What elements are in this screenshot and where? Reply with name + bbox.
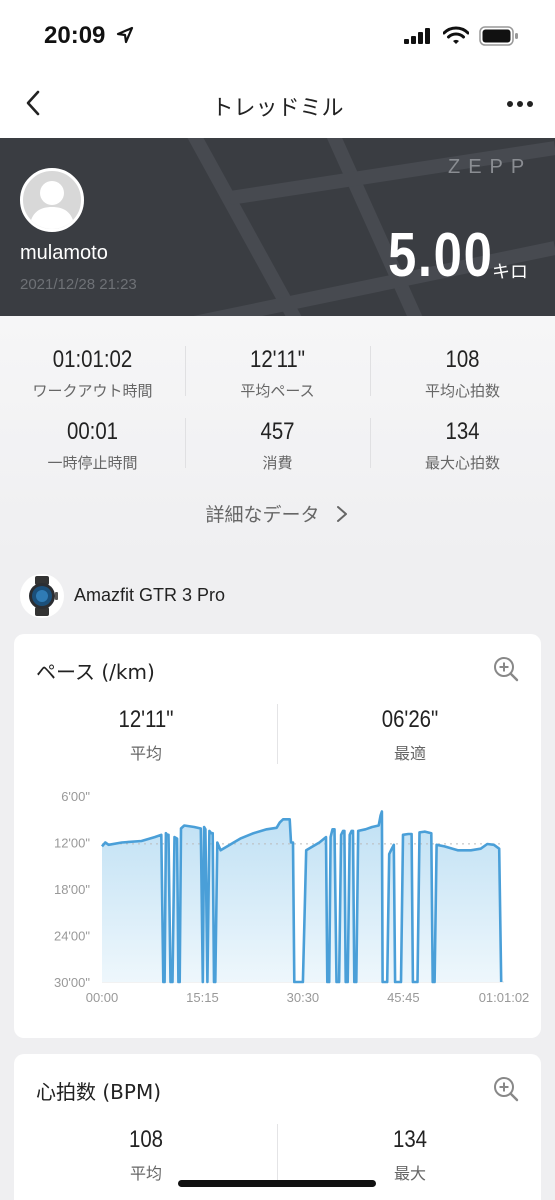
heart-rate-average: 108 平均 <box>14 1126 278 1184</box>
pace-average: 12'11" 平均 <box>14 706 278 764</box>
stat-pause-time: 00:01 一時停止時間 <box>0 418 185 473</box>
chevron-right-icon <box>336 506 347 522</box>
pace-avg-value: 12'11" <box>118 706 174 733</box>
workout-stats: 01:01:02 ワークアウト時間 12'11" 平均ペース 108 平均心拍数… <box>0 316 555 556</box>
x-tick-label: 30:30 <box>287 990 320 1005</box>
smartwatch-icon <box>29 576 58 616</box>
stat-workout-time: 01:01:02 ワークアウト時間 <box>0 346 185 401</box>
pace-chart: 6'00" 12'00" 18'00" 24'00" 30'00" 00:00 15:15… <box>54 789 530 1005</box>
y-tick-label: 18'00" <box>54 882 90 897</box>
stat-value: 01:01:02 <box>52 346 133 373</box>
stat-max-heart-rate: 134 最大心拍数 <box>370 418 555 473</box>
stat-value: 457 <box>260 418 295 445</box>
wifi-icon <box>443 26 469 44</box>
hr-max-value: 134 <box>392 1126 428 1153</box>
divider <box>185 418 186 468</box>
home-indicator <box>178 1180 376 1187</box>
detailed-data-label: 詳細なデータ <box>205 504 320 526</box>
divider <box>185 346 186 396</box>
zoom-in-icon[interactable] <box>493 656 519 682</box>
stat-value: 12'11" <box>249 346 306 373</box>
x-tick-label: 45:45 <box>387 990 420 1005</box>
x-tick-label: 00:00 <box>86 990 119 1005</box>
detailed-data-link[interactable]: 詳細なデータ <box>0 500 555 527</box>
stat-label: 平均ペース <box>240 382 315 400</box>
watch-thumbnail <box>20 574 64 618</box>
x-tick-label: 01:01:02 <box>479 990 530 1005</box>
x-tick-label: 15:15 <box>186 990 219 1005</box>
cellular-signal-icon <box>404 28 430 44</box>
stat-value: 134 <box>445 418 480 445</box>
stat-avg-pace: 12'11" 平均ペース <box>185 346 370 401</box>
status-bar: 20:09 <box>0 0 555 70</box>
stat-value: 108 <box>445 346 480 373</box>
stat-label: 消費 <box>262 454 293 472</box>
distance-unit: キロ <box>492 262 528 283</box>
y-tick-label: 30'00" <box>54 975 90 990</box>
pace-best: 06'26" 最適 <box>278 706 542 764</box>
heart-rate-card-title: 心拍数 (BPM) <box>36 1080 161 1104</box>
divider <box>370 346 371 396</box>
y-tick-label: 24'00" <box>54 929 90 944</box>
pace-best-label: 最適 <box>393 744 426 763</box>
avatar[interactable] <box>20 168 84 232</box>
stat-value: 00:01 <box>66 418 119 445</box>
stat-label: 平均心拍数 <box>424 382 500 400</box>
status-time: 20:09 <box>44 22 106 49</box>
y-tick-label: 12'00" <box>54 836 90 851</box>
pace-best-value: 06'26" <box>381 706 439 733</box>
more-options-icon[interactable] <box>503 94 537 114</box>
stat-label: 一時停止時間 <box>47 454 138 472</box>
distance-value: 5.00 <box>388 221 494 290</box>
stat-avg-heart-rate: 108 平均心拍数 <box>370 346 555 401</box>
divider <box>370 418 371 468</box>
hr-avg-value: 108 <box>128 1126 164 1153</box>
heart-rate-max: 134 最大 <box>278 1126 542 1184</box>
heart-rate-card: 心拍数 (BPM) 108 平均 134 最大 <box>14 1054 541 1200</box>
battery-icon <box>479 26 518 46</box>
pace-card: ペース (/km) 12'11" 平均 06'26" 最適 6'00" 12'00… <box>14 634 541 1038</box>
y-tick-label: 6'00" <box>61 789 90 804</box>
workout-datetime: 2021/12/28 21:23 <box>20 276 137 293</box>
default-user-icon <box>29 181 75 229</box>
workout-summary-header: ZEPP mulamoto 2021/12/28 21:23 5.00 キロ <box>0 138 555 316</box>
stat-calories: 457 消費 <box>185 418 370 473</box>
nav-bar: トレッドミル <box>0 70 555 138</box>
stat-label: 最大心拍数 <box>424 454 500 472</box>
stat-label: ワークアウト時間 <box>32 382 153 400</box>
page-title: トレッドミル <box>211 96 344 121</box>
location-arrow-icon <box>116 26 134 44</box>
zepp-logo: ZEPP <box>448 156 533 178</box>
zoom-in-icon[interactable] <box>493 1076 519 1102</box>
pace-avg-label: 平均 <box>129 744 162 763</box>
device-name: Amazfit GTR 3 Pro <box>74 585 226 605</box>
username: mulamoto <box>20 242 108 264</box>
pace-card-title: ペース (/km) <box>36 660 155 684</box>
